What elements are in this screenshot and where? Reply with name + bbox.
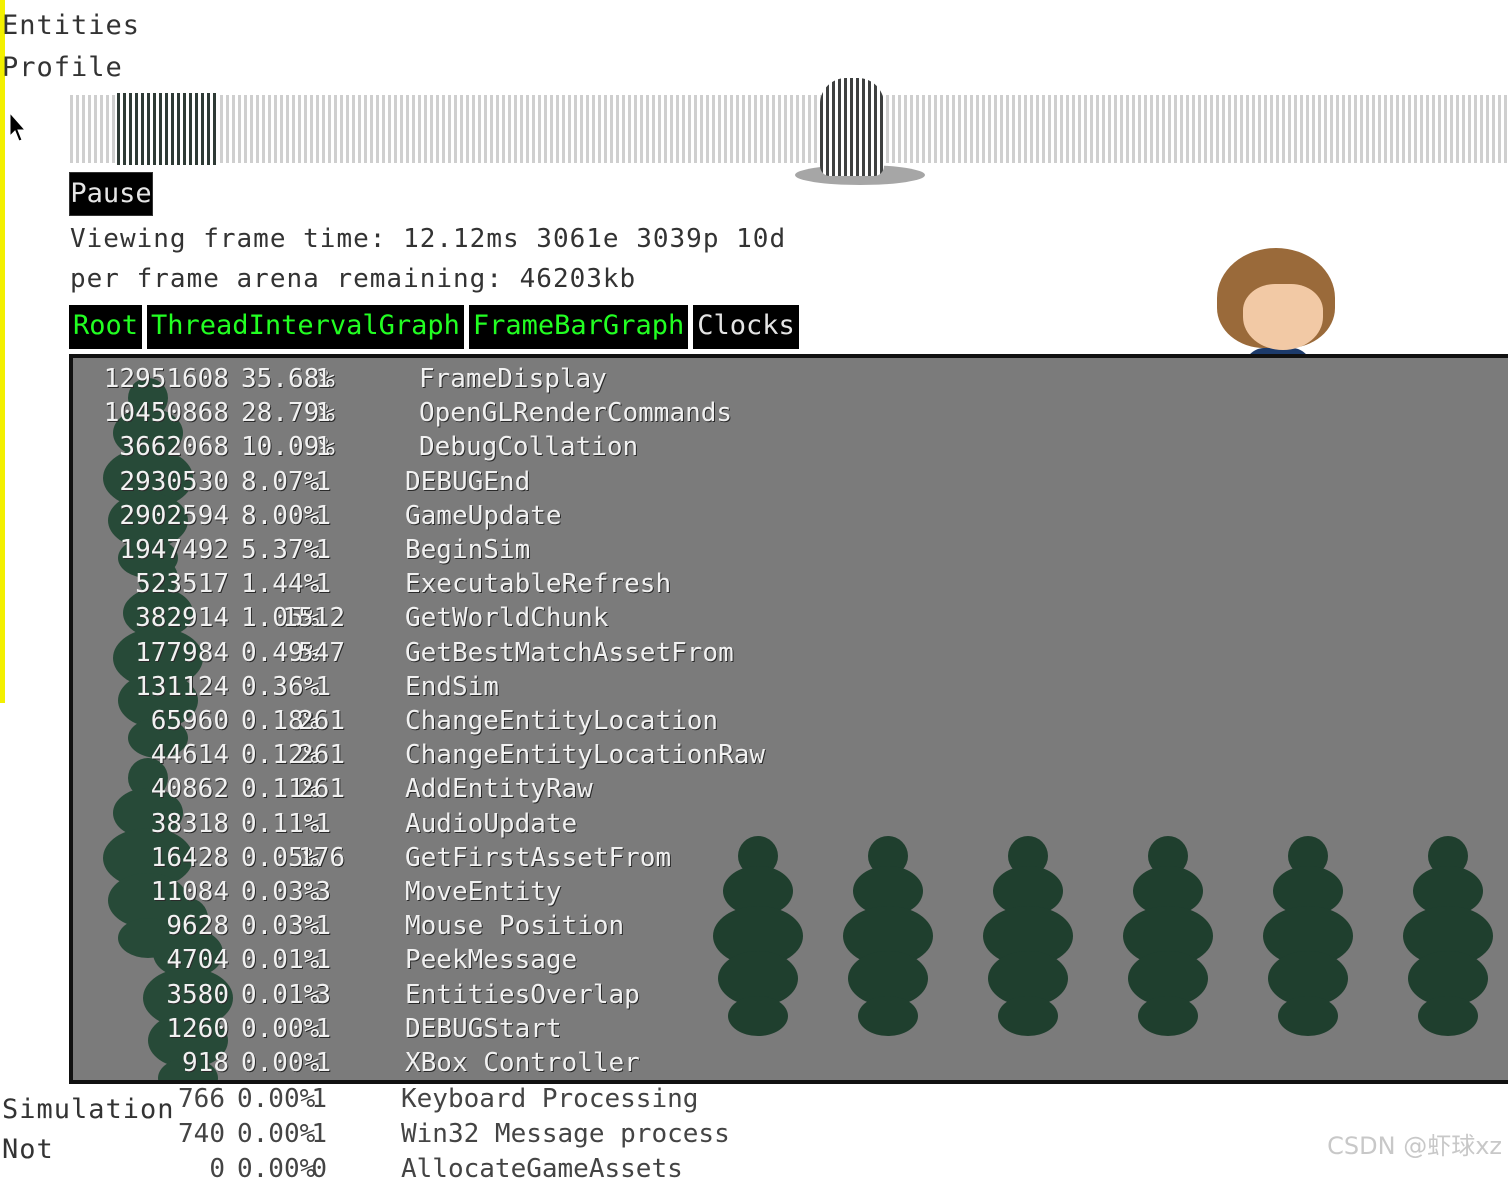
row-cycles: 38318: [150, 808, 229, 839]
row-name: XBox Controller: [405, 1048, 640, 1078]
row-name: GetWorldChunk: [405, 603, 609, 634]
row-name: MoveEntity: [405, 877, 562, 907]
watermark: CSDN @虾球xz: [1327, 1132, 1502, 1160]
row-cycles: 740: [178, 1119, 225, 1149]
tab-clocks[interactable]: Clocks: [693, 305, 799, 349]
row-name: PeekMessage: [405, 945, 578, 976]
row-cycles: 3662068: [119, 432, 229, 463]
frame-bar-strip[interactable]: [70, 95, 1508, 163]
row-name: BeginSim: [405, 535, 531, 565]
row-count: 1: [315, 432, 331, 463]
row-cycles: 40862: [150, 774, 229, 805]
row-cycles: 131124: [135, 671, 229, 702]
row-count: 1: [315, 466, 331, 497]
row-name: ChangeEntityLocationRaw: [405, 740, 766, 771]
row-cycles: 523517: [135, 569, 229, 600]
row-name: AddEntityRaw: [405, 774, 593, 805]
tab-root[interactable]: Root: [69, 305, 143, 349]
selected-frame-range[interactable]: [117, 93, 217, 165]
row-name: GetFirstAssetFrom: [405, 842, 672, 873]
profile-tabs: Root ThreadIntervalGraph FrameBarGraph C…: [69, 305, 799, 349]
row-cycles: 2930530: [119, 466, 229, 497]
row-count: 1: [315, 1013, 331, 1044]
row-cycles: 177984: [135, 637, 229, 668]
row-name: ChangeEntityLocation: [405, 706, 719, 736]
row-cycles: 16428: [150, 842, 229, 873]
row-cycles: 918: [182, 1048, 229, 1078]
frame-time-info: Viewing frame time: 12.12ms 3061e 3039p …: [70, 224, 787, 254]
row-count: 261: [298, 740, 345, 771]
row-count: 1: [315, 1048, 331, 1078]
row-name: AllocateGameAssets: [401, 1154, 683, 1184]
row-cycles: 12951608: [103, 364, 229, 394]
row-cycles: 4704: [166, 945, 229, 976]
row-cycles: 1947492: [119, 535, 229, 565]
row-count: 1: [315, 808, 331, 839]
row-cycles: 1260: [166, 1013, 229, 1044]
menu-profile[interactable]: Profile: [2, 52, 123, 83]
row-cycles: 382914: [135, 603, 229, 634]
row-name: ExecutableRefresh: [405, 569, 672, 600]
row-cycles: 9628: [166, 911, 229, 942]
row-cycles: 10450868: [103, 398, 229, 429]
frame-marker: [820, 78, 884, 176]
row-name: AudioUpdate: [405, 808, 578, 839]
row-count: 1: [315, 364, 331, 394]
row-count: 1: [315, 500, 331, 531]
menu-entities[interactable]: Entities: [2, 10, 140, 41]
yellow-edge-bar: [0, 0, 5, 703]
row-count: 176: [298, 842, 345, 873]
row-name: FrameDisplay: [419, 364, 607, 394]
row-cycles: 65960: [150, 706, 229, 736]
row-name: OpenGLRenderCommands: [419, 398, 733, 429]
row-count: 1: [315, 671, 331, 702]
row-name: Keyboard Processing: [401, 1084, 699, 1114]
row-count: 1512: [282, 603, 345, 634]
overflow-rows: 766 0.00% 1 Keyboard Processing 740 0.00% 1 Win…: [69, 1084, 869, 1184]
tab-thread-interval-graph[interactable]: ThreadIntervalGraph: [147, 305, 464, 349]
row-name: GetBestMatchAssetFrom: [405, 637, 734, 668]
row-count: 0: [311, 1154, 327, 1184]
row-count: 261: [298, 706, 345, 736]
row-cycles: 44614: [150, 740, 229, 771]
row-name: GameUpdate: [405, 500, 562, 531]
row-count: 547: [298, 637, 345, 668]
row-count: 1: [311, 1084, 327, 1114]
row-name: DebugCollation: [419, 432, 639, 463]
row-cycles: 0: [209, 1154, 225, 1184]
row-name: Mouse Position: [405, 911, 625, 942]
row-name: DEBUGEnd: [405, 466, 531, 497]
row-count: 1: [315, 398, 331, 429]
row-cycles: 11084: [150, 877, 229, 907]
menu-not[interactable]: Not: [2, 1134, 54, 1165]
arena-info: per frame arena remaining: 46203kb: [70, 264, 637, 294]
row-count: 1: [315, 569, 331, 600]
row-name: DEBUGStart: [405, 1013, 562, 1044]
row-count: 1: [311, 1119, 327, 1149]
row-name: EndSim: [405, 671, 499, 702]
tab-frame-bar-graph[interactable]: FrameBarGraph: [468, 305, 689, 349]
pause-button[interactable]: Pause: [69, 172, 153, 216]
row-name: EntitiesOverlap: [405, 979, 640, 1010]
row-count: 3: [315, 979, 331, 1010]
row-count: 261: [298, 774, 345, 805]
row-count: 3: [315, 877, 331, 907]
row-cycles: 2902594: [119, 500, 229, 531]
profile-panel[interactable]: 12951608 35.68% 1 FrameDisplay 10450868 28.79…: [69, 354, 1508, 1084]
row-cycles: 3580: [166, 979, 229, 1010]
row-count: 1: [315, 945, 331, 976]
row-name: Win32 Message process: [401, 1119, 730, 1149]
row-cycles: 766: [178, 1084, 225, 1114]
row-count: 1: [315, 535, 331, 565]
row-count: 1: [315, 911, 331, 942]
